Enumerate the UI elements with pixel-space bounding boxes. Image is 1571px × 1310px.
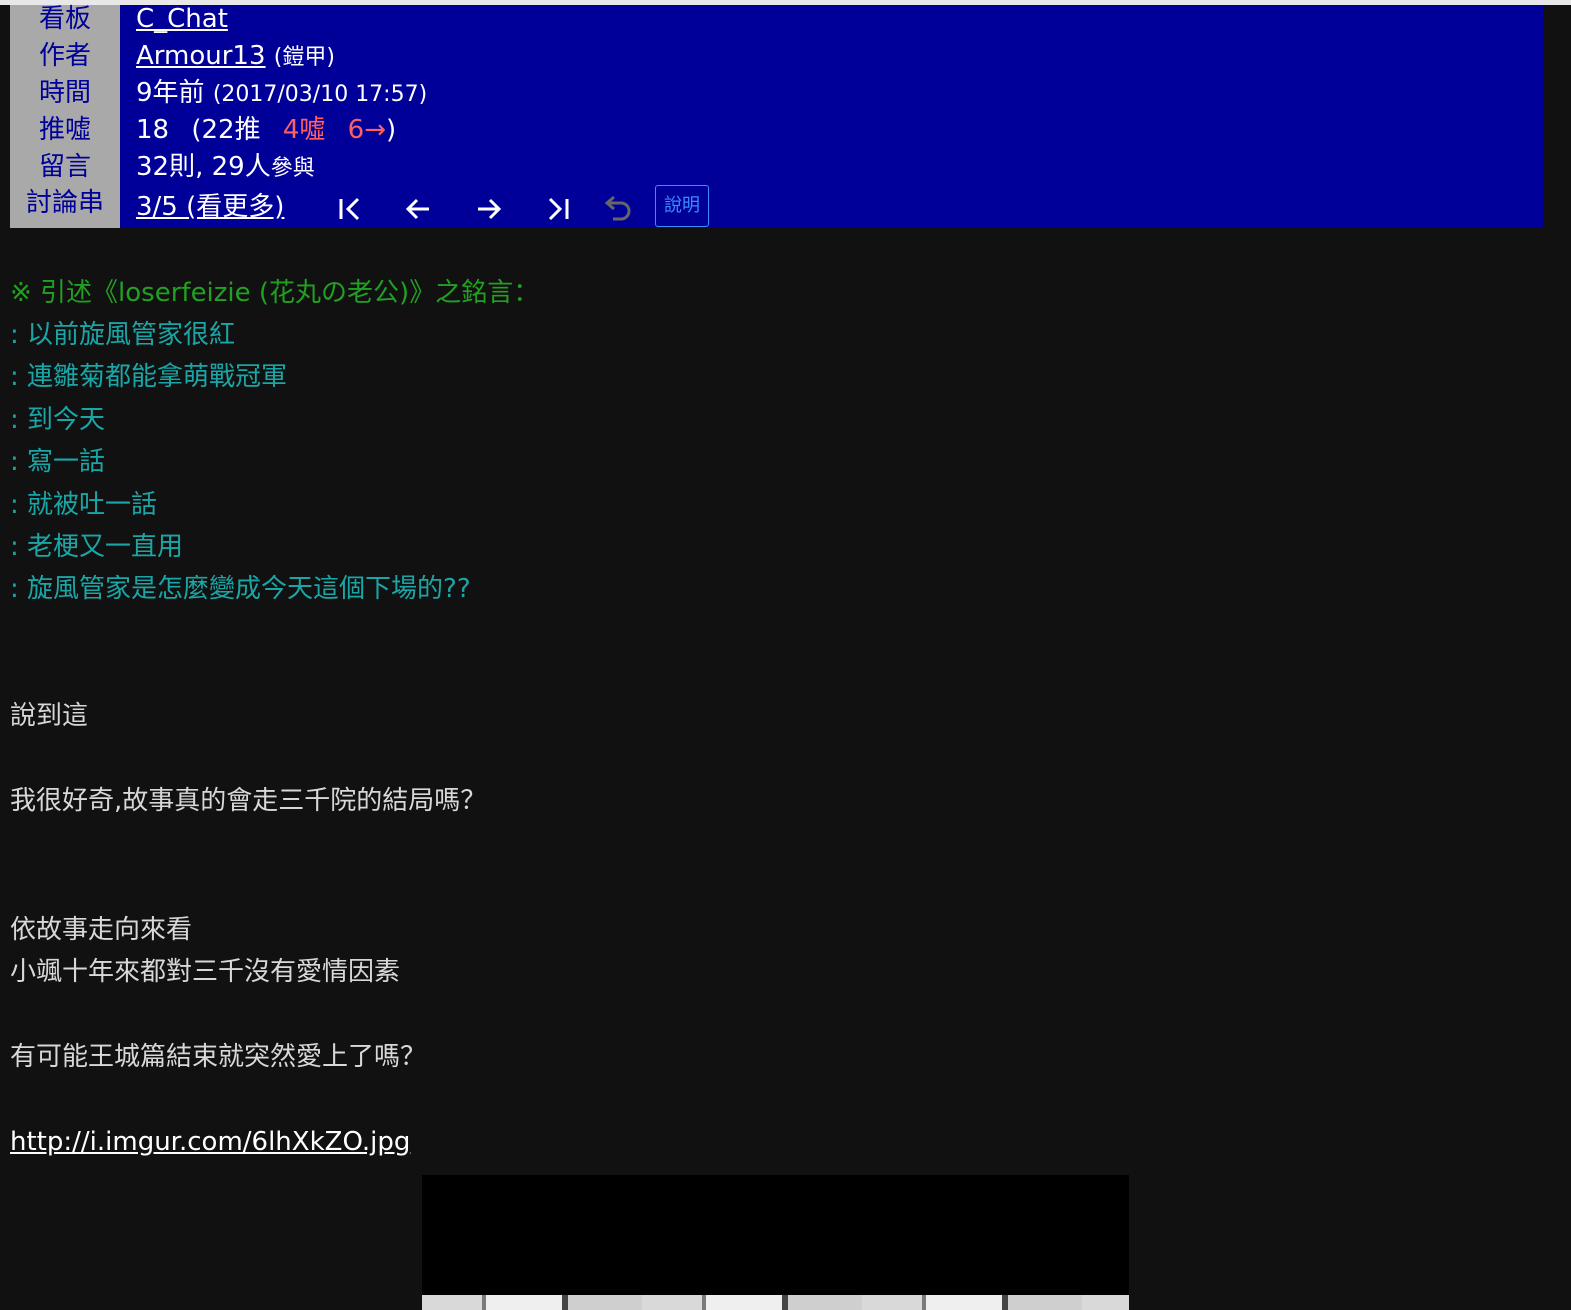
first-page-icon[interactable] — [328, 187, 372, 231]
push-score: 18 — [136, 115, 170, 145]
image-content — [422, 1295, 1129, 1310]
comments-row: 32則, 29人參與 — [136, 151, 315, 185]
thread-position-link[interactable]: 3/5 (看更多) — [136, 192, 284, 222]
next-arrow-icon[interactable] — [466, 187, 510, 231]
body-paragraph: 說到這 — [10, 701, 89, 731]
article-header: 看板 作者 時間 推噓 留言 討論串 C_Chat Armour13 (鎧甲) … — [10, 3, 1544, 231]
header-labels: 看板 作者 時間 推噓 留言 討論串 — [10, 4, 120, 228]
board-link[interactable]: C_Chat — [136, 4, 228, 34]
quote-line: : 以前旋風管家很紅 — [10, 320, 236, 350]
push-close: ) — [386, 115, 397, 145]
body-paragraph: 小颯十年來都對三千沒有愛情因素 — [10, 957, 401, 987]
body-paragraph: 依故事走向來看 — [10, 915, 193, 945]
arrow-count: 6→ — [347, 115, 386, 145]
push-count: (22推 — [191, 115, 261, 145]
undo-icon[interactable] — [595, 187, 639, 231]
image-url-link[interactable]: http://i.imgur.com/6lhXkZO.jpg — [10, 1125, 410, 1159]
quote-line: : 就被吐一話 — [10, 490, 158, 520]
quote-line: : 到今天 — [10, 405, 106, 435]
push-row: 18 (22推 4噓 6→) — [136, 114, 396, 146]
thread-row: 3/5 (看更多) — [136, 191, 284, 223]
author-nickname: (鎧甲) — [273, 45, 335, 70]
help-button[interactable]: 說明 — [655, 185, 709, 227]
board-row: C_Chat — [136, 3, 228, 35]
label-time: 時間 — [38, 78, 91, 108]
author-row: Armour13 (鎧甲) — [136, 40, 335, 74]
quote-header: ※ 引述《loserfeizie (花丸の老公)》之銘言： — [10, 278, 540, 308]
quote-line: : 寫一話 — [10, 447, 106, 477]
label-thread: 討論串 — [25, 188, 104, 218]
label-board: 看板 — [38, 4, 91, 34]
body-paragraph: 我很好奇,故事真的會走三千院的結局嗎？ — [10, 786, 487, 816]
quote-line: : 老梗又一直用 — [10, 532, 184, 562]
comments-count: 32則, 29人 — [136, 152, 271, 182]
time-exact: (2017/03/10 17:57) — [212, 82, 428, 107]
embedded-image — [422, 1175, 1129, 1310]
label-author: 作者 — [38, 41, 91, 71]
quote-line: : 旋風管家是怎麼變成今天這個下場的?? — [10, 574, 471, 604]
time-row: 9年前 (2017/03/10 17:57) — [136, 77, 427, 111]
label-comments: 留言 — [38, 152, 91, 182]
last-page-icon[interactable] — [536, 187, 580, 231]
boo-count: 4噓 — [282, 115, 326, 145]
quote-line: : 連雛菊都能拿萌戰冠軍 — [10, 362, 288, 392]
prev-arrow-icon[interactable] — [397, 187, 441, 231]
comments-suffix: 參與 — [270, 156, 315, 181]
body-paragraph: 有可能王城篇結束就突然愛上了嗎？ — [10, 1042, 427, 1072]
label-push: 推噓 — [38, 115, 91, 145]
author-link[interactable]: Armour13 — [136, 41, 266, 71]
time-relative: 9年前 — [136, 78, 205, 108]
